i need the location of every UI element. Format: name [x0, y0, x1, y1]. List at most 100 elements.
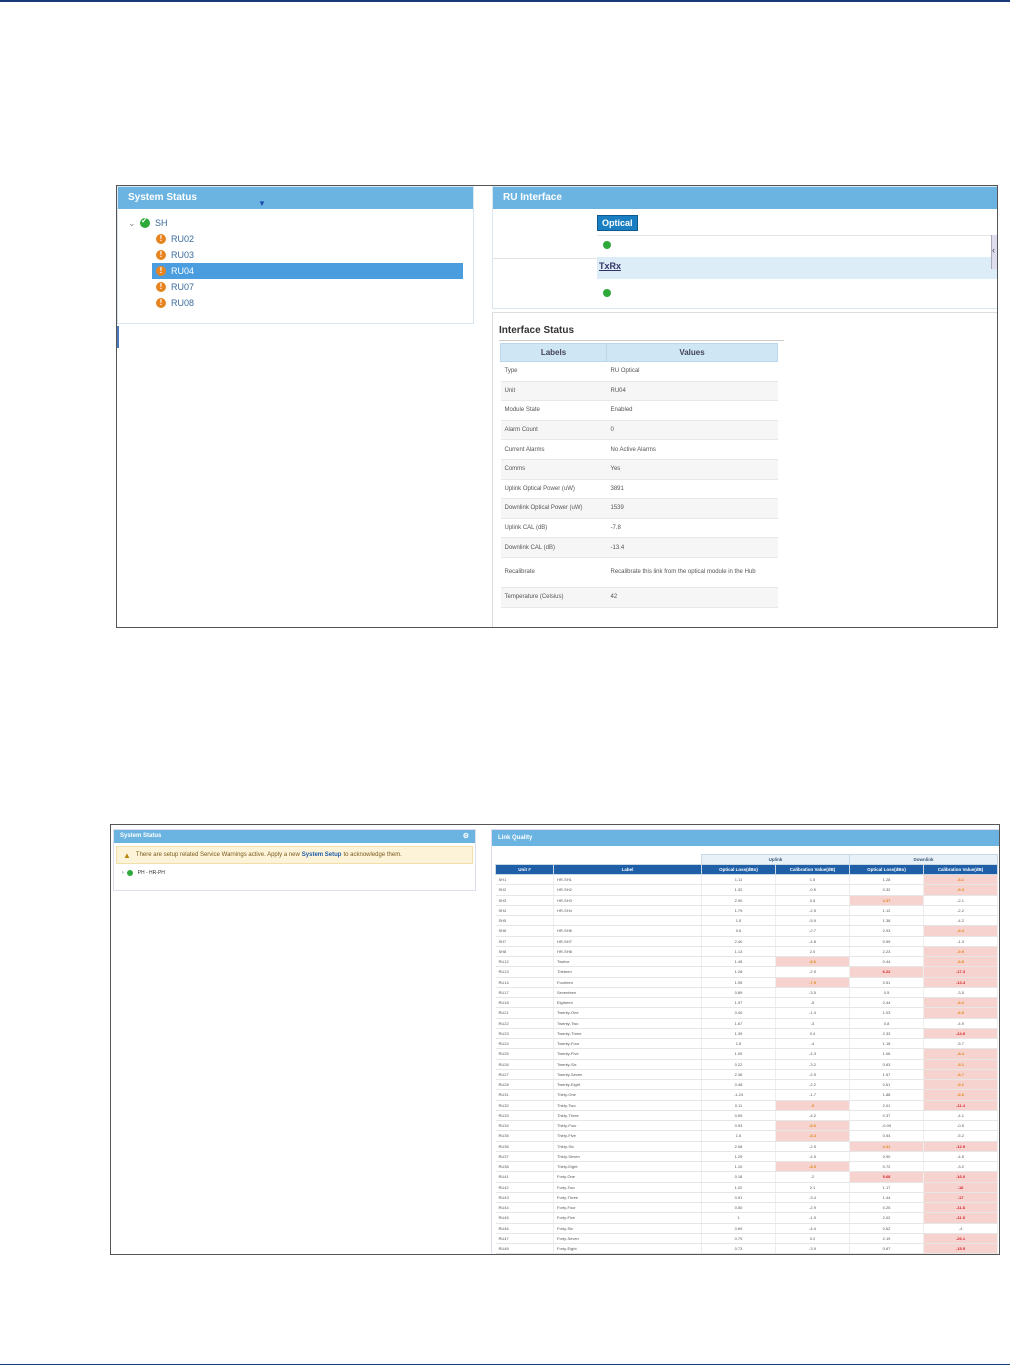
optical-button[interactable]: Optical — [597, 215, 638, 231]
tree-node-ru02[interactable]: ! RU02 — [128, 231, 463, 247]
status-warning-icon: ! — [156, 234, 166, 244]
cell-unit: RU21 — [495, 1007, 554, 1019]
warning-icon: ▲ — [123, 850, 131, 860]
ru-row-optical: Optical — [493, 209, 997, 259]
cell-label: HR-SH2 — [553, 884, 702, 896]
cell-unit: RU14 — [495, 977, 554, 988]
cell-dl-cal: -8.2 — [923, 997, 999, 1009]
cell-dl-loss: 1.44 — [849, 1192, 925, 1204]
table-row: RU45 Forty-Five 1 -1.9 2.02 -11.5 — [495, 1212, 999, 1224]
cell-ul-loss: 1.11 — [701, 874, 776, 886]
cell-ul-cal: -4.5 — [775, 1151, 851, 1163]
cell-dl-loss: 2.44 — [849, 997, 925, 1009]
cell-ul-cal: 0.2 — [775, 1233, 851, 1245]
cell-ul-cal: -2.9 — [775, 1069, 851, 1081]
system-setup-link[interactable]: System Setup — [302, 852, 342, 858]
cell-ul-loss: 2.40 — [701, 936, 776, 947]
cell-ul-loss: 1.09 — [701, 1048, 776, 1060]
cell-ul-cal: -2.9 — [775, 1202, 851, 1214]
cell-unit: RU35 — [495, 1130, 554, 1142]
table-row: RU21 Twenty-One 0.40 -1.4 1.03 -8.5 — [495, 1007, 999, 1019]
cell-unit: RU33 — [495, 1110, 554, 1122]
cell-dl-loss: 2.01 — [849, 1100, 925, 1111]
cell-label: Twenty-Eight — [553, 1079, 702, 1091]
table-row: RU43 Forty-Three 0.91 -3.4 1.44 -17 — [495, 1192, 999, 1204]
collapse-tab[interactable]: ‹ — [991, 235, 997, 269]
interface-status-panel: Interface Status Labels Values Type RU Op… — [492, 312, 997, 627]
cell-unit: RU41 — [495, 1171, 554, 1183]
row-value: 1539 — [606, 498, 778, 519]
cell-dl-cal: -9.3 — [923, 884, 999, 896]
row-value[interactable]: Recalibrate this link from the optical m… — [606, 557, 778, 588]
column-header-ul-loss[interactable]: Optical Loss(dBo) — [701, 864, 776, 875]
table-row: Temperature (Celsius) 42 — [500, 587, 778, 608]
warning-text-post: to acknowledge them. — [343, 852, 402, 858]
panel-title: System Status — [120, 833, 162, 839]
cell-dl-loss: 0.90 — [849, 1151, 925, 1163]
cell-dl-loss: 0.25 — [849, 1202, 925, 1214]
column-header-unit[interactable]: Unit # — [495, 864, 554, 875]
cell-unit: SH6 — [495, 925, 554, 937]
chevron-right-icon[interactable]: › — [122, 870, 124, 876]
cell-ul-loss: 1.32 — [701, 884, 776, 896]
row-value: RU Optical — [606, 361, 778, 382]
cell-ul-loss: 1.13 — [701, 946, 776, 958]
cell-dl-loss: 5.68 — [849, 1171, 925, 1183]
table-row: Downlink CAL (dB) -13.4 — [500, 537, 778, 558]
cell-label: HR-SH7 — [553, 936, 702, 947]
cell-dl-loss: 0.37 — [849, 1110, 925, 1122]
cell-label: Thirty-One — [553, 1089, 702, 1101]
txrx-link[interactable]: TxRx — [597, 257, 997, 279]
table-row: RU46 Forty-Six 0.69 -4.4 0.62 -4 — [495, 1223, 999, 1234]
row-value: 3891 — [606, 479, 778, 500]
table-row: RU38 Thirty-Eight 1.10 -8.5 0.72 -3.2 — [495, 1161, 999, 1173]
cell-unit: RU31 — [495, 1089, 554, 1101]
cell-unit: RU12 — [495, 956, 554, 968]
cell-unit: SH1 — [495, 874, 554, 886]
cell-ul-cal: -3.4 — [775, 1192, 851, 1204]
column-header-dl-cal[interactable]: Calibration Value(dB) — [923, 864, 999, 875]
cell-ul-loss: 2.90 — [701, 895, 776, 906]
cell-dl-loss: 0.67 — [849, 1243, 925, 1254]
cell-dl-cal: -8.5 — [923, 1007, 999, 1019]
panel-resize-handle[interactable] — [117, 326, 119, 348]
column-header-dl-loss[interactable]: Optical Loss(dBo) — [849, 864, 925, 875]
tree-node-ru08[interactable]: ! RU08 — [128, 295, 463, 311]
gear-icon[interactable]: ⚙ — [463, 830, 469, 843]
cell-dl-loss: 1.57 — [849, 1069, 925, 1081]
table-row: RU32 Thirty-Two 0.11 -9 2.01 -11.4 — [495, 1100, 999, 1111]
table-row: Unit RU04 — [500, 381, 778, 402]
cell-ul-cal: -8.6 — [775, 1120, 851, 1132]
cell-dl-loss: 1.88 — [849, 1089, 925, 1101]
tree-node-ru03[interactable]: ! RU03 — [128, 247, 463, 263]
table-row: SH1 HR-SH1 1.11 1.5 1.28 -8.1 — [495, 874, 999, 886]
chevron-down-icon[interactable]: ⌄ — [128, 218, 140, 229]
table-row: RU31 Thirty-One -1.24 -1.7 1.88 -8.6 — [495, 1089, 999, 1101]
row-label: Downlink CAL (dB) — [500, 537, 607, 558]
status-warning-icon: ! — [156, 282, 166, 292]
table-row: Uplink CAL (dB) -7.8 — [500, 518, 778, 539]
cell-ul-loss: 0.69 — [701, 1223, 776, 1234]
table-row: Comms Yes — [500, 459, 778, 480]
tree-node-root[interactable]: › PH - HR-PH — [114, 867, 475, 879]
cell-dl-cal: -12.9 — [923, 1141, 999, 1152]
column-header-label[interactable]: Label — [553, 864, 702, 875]
tree-node-root[interactable]: ⌄ SH — [128, 215, 463, 231]
cell-ul-loss: 0.22 — [701, 1059, 776, 1070]
table-row: RU41 Forty-One 0.18 -2 5.68 -16.0 — [495, 1171, 999, 1183]
table-row: SH8 HR-SH8 1.13 2.0 2.23 -9.9 — [495, 946, 999, 958]
cell-label: HR-SH8 — [553, 946, 702, 958]
column-header-ul-cal[interactable]: Calibration Value(dB) — [774, 864, 851, 875]
cell-dl-cal: -0.5 — [923, 1120, 999, 1132]
chevron-left-icon: ‹ — [992, 245, 995, 255]
cell-label: Forty-Five — [553, 1212, 702, 1224]
cell-dl-cal: -26.1 — [923, 1233, 999, 1245]
cell-ul-cal: -3.9 — [775, 1243, 851, 1254]
cell-dl-cal: -5.2 — [923, 1130, 999, 1142]
cell-dl-cal: -4.1 — [923, 1110, 999, 1122]
cell-ul-cal: -8.5 — [775, 1161, 851, 1173]
tree-node-ru07[interactable]: ! RU07 — [128, 279, 463, 295]
cell-ul-cal: -2 — [775, 1171, 851, 1183]
cell-dl-loss: 0.5 — [849, 987, 925, 999]
tree-node-ru04[interactable]: ! RU04 — [152, 263, 463, 279]
